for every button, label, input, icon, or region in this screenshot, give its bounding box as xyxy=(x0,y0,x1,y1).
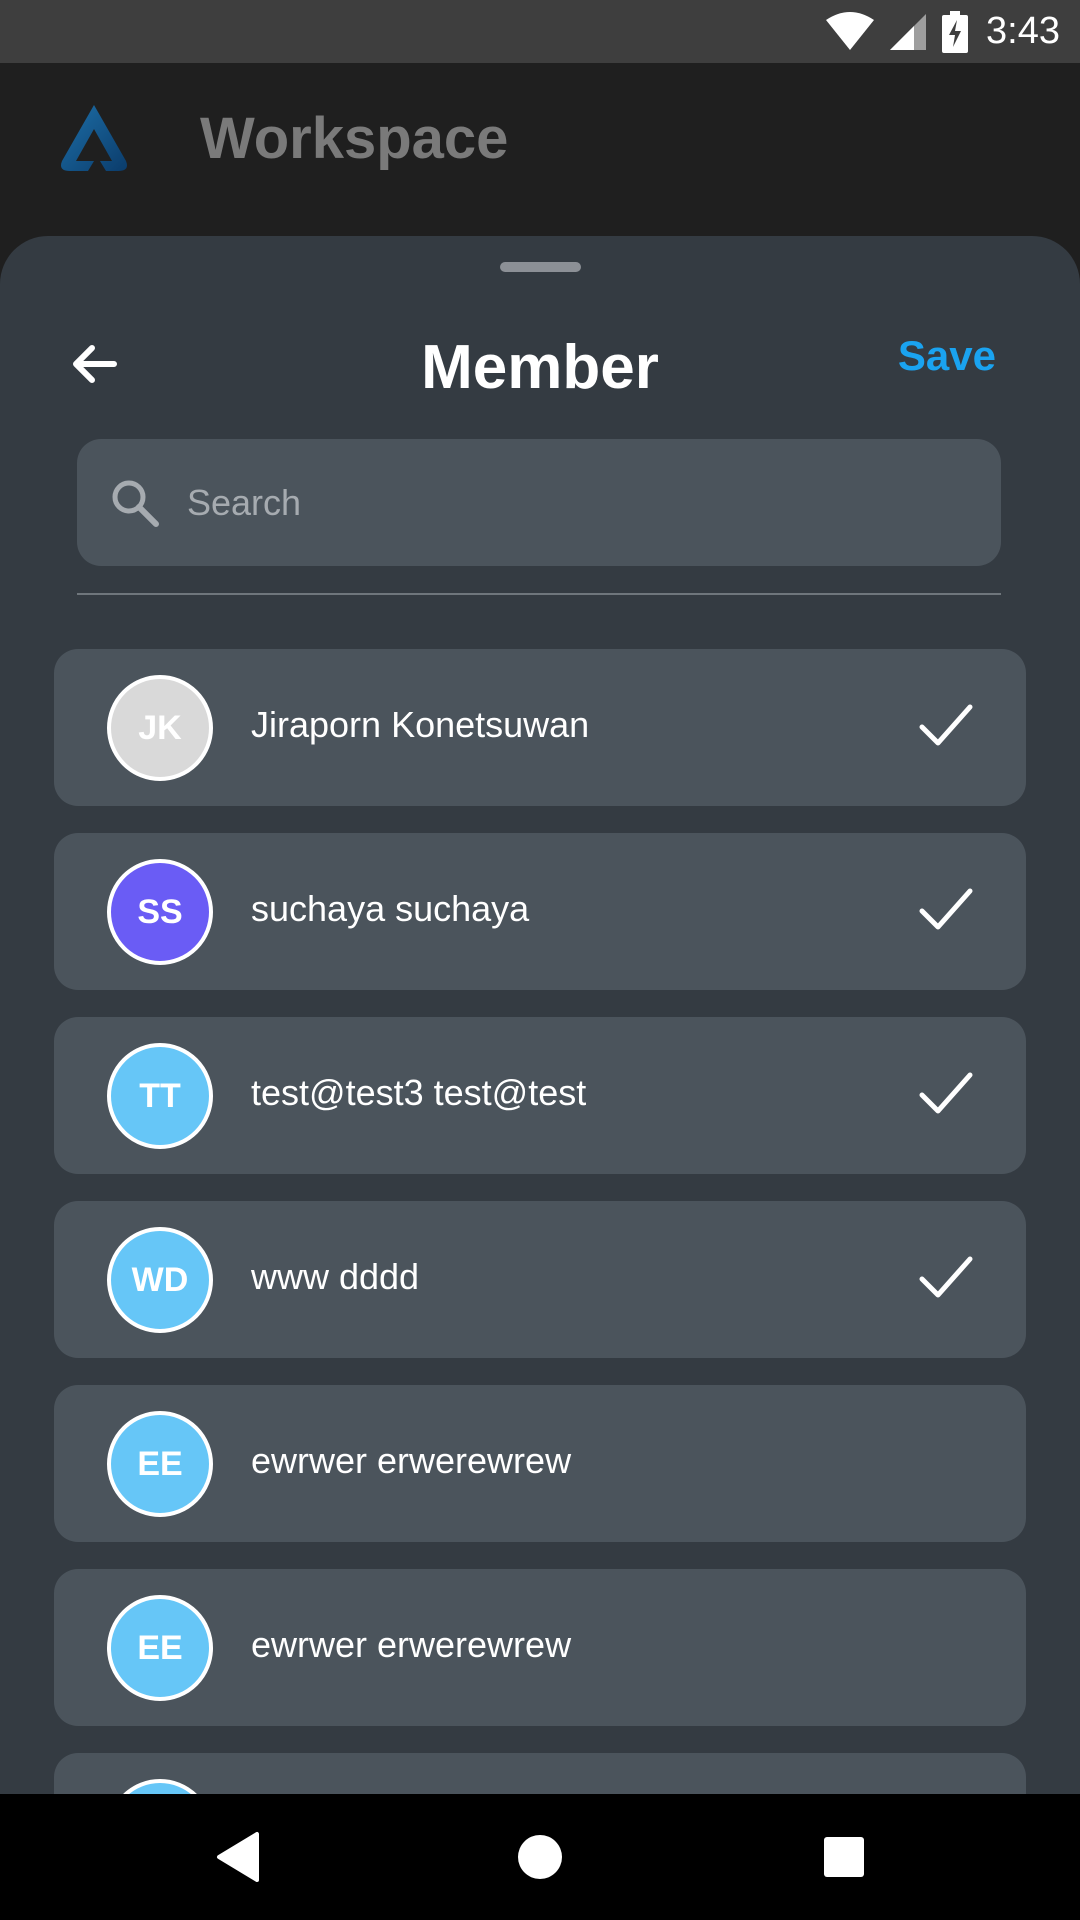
nav-back-button[interactable] xyxy=(204,1824,270,1890)
member-card[interactable] xyxy=(54,1753,1026,1796)
app-header: Workspace xyxy=(0,63,1080,240)
checkmark-icon xyxy=(919,1256,973,1298)
avatar: SS xyxy=(107,859,213,965)
member-name: ewrwer erwerewrew xyxy=(251,1440,572,1481)
search-icon xyxy=(105,473,165,533)
member-name: www dddd xyxy=(251,1256,420,1297)
member-card[interactable]: WD www dddd xyxy=(54,1201,1026,1358)
search-input[interactable] xyxy=(185,461,1001,544)
search-divider xyxy=(77,593,1001,595)
nav-recents-icon xyxy=(824,1837,864,1877)
save-button[interactable]: Save xyxy=(898,332,996,380)
member-card[interactable]: SS suchaya suchaya xyxy=(54,833,1026,990)
app-title: Workspace xyxy=(200,106,509,171)
wifi-icon xyxy=(826,11,875,50)
battery-charging-icon xyxy=(942,10,969,53)
cell-signal-icon xyxy=(890,13,927,50)
nav-back-icon xyxy=(217,1832,259,1882)
avatar: TT xyxy=(107,1043,213,1149)
member-name: suchaya suchaya xyxy=(251,888,530,929)
member-name: Jiraporn Konetsuwan xyxy=(251,704,590,745)
member-card[interactable]: EE ewrwer erwerewrew xyxy=(54,1385,1026,1542)
status-time: 3:43 xyxy=(986,10,1060,52)
member-sheet: Member Save JKJiraporn KonetsuwanSSsucha… xyxy=(0,236,1080,1796)
screen: 3:43 Workspace Member Save Search JK Jir… xyxy=(0,0,1080,1920)
search-box[interactable] xyxy=(77,439,1001,566)
member-card[interactable]: TT test@test3 test@test xyxy=(54,1017,1026,1174)
nav-home-icon xyxy=(518,1835,562,1879)
member-card[interactable]: EE ewrwer erwerewrew xyxy=(54,1569,1026,1726)
avatar: JK xyxy=(107,675,213,781)
member-name: test@test3 test@test xyxy=(251,1072,587,1113)
nav-bar xyxy=(0,1794,1080,1920)
status-icons: 3:43 xyxy=(826,0,1060,63)
drag-handle[interactable] xyxy=(500,262,581,272)
member-card[interactable]: JK Jiraporn Konetsuwan xyxy=(54,649,1026,806)
checkmark-icon xyxy=(919,704,973,746)
checkmark-icon xyxy=(919,888,973,930)
status-bar: 3:43 xyxy=(0,0,1080,63)
nav-recents-button[interactable] xyxy=(811,1824,877,1890)
avatar: EE xyxy=(107,1595,213,1701)
workspace-logo-icon xyxy=(61,105,127,171)
member-name: ewrwer erwerewrew xyxy=(251,1624,572,1665)
nav-home-button[interactable] xyxy=(507,1824,573,1890)
avatar: EE xyxy=(107,1411,213,1517)
member-list: JK Jiraporn Konetsuwan SS suchaya suchaya TT… xyxy=(54,649,1026,1796)
checkmark-icon xyxy=(919,1072,973,1114)
avatar: WD xyxy=(107,1227,213,1333)
